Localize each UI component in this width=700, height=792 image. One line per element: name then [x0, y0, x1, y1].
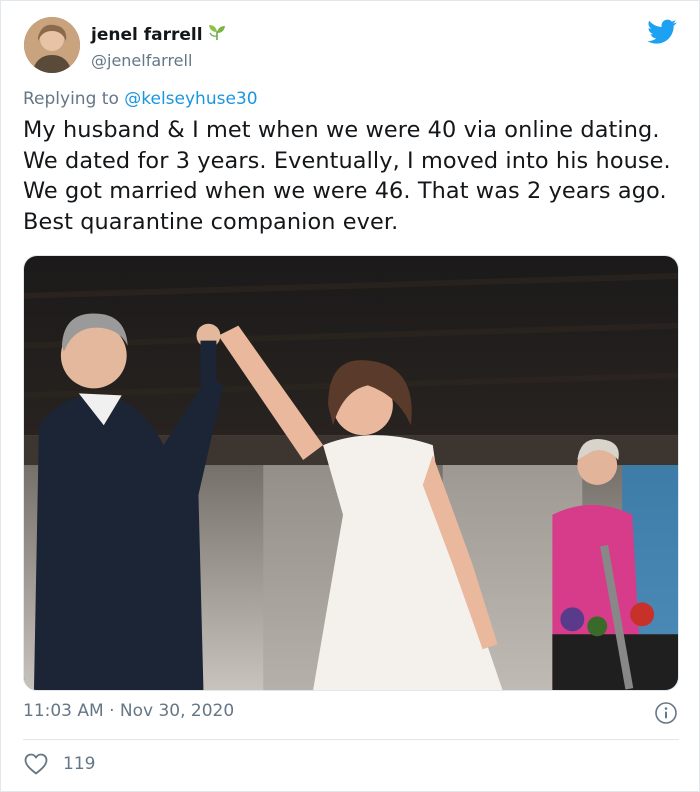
display-name[interactable]: jenel farrell — [91, 25, 203, 45]
twitter-bird-icon[interactable] — [647, 19, 677, 45]
info-icon[interactable] — [654, 701, 678, 725]
tweet-timestamp[interactable]: 11:03 AM · Nov 30, 2020 — [23, 701, 234, 721]
tweet-text: My husband & I met when we were 40 via o… — [23, 117, 671, 235]
divider — [23, 739, 679, 740]
avatar[interactable] — [24, 17, 80, 73]
replying-to: Replying to @kelseyhuse30 — [23, 89, 258, 109]
display-name-row[interactable]: jenel farrell — [91, 23, 227, 46]
reply-to-handle-link[interactable]: @kelseyhuse30 — [124, 89, 257, 109]
replying-to-label: Replying to — [23, 89, 119, 109]
tweet-card: jenel farrell @jenelfarrell Replying to … — [0, 0, 700, 792]
wedding-photo[interactable] — [23, 255, 679, 691]
author-handle[interactable]: @jenelfarrell — [91, 51, 227, 70]
like-button[interactable]: 119 — [23, 752, 95, 776]
seedling-icon — [207, 23, 227, 46]
author-block[interactable]: jenel farrell @jenelfarrell — [91, 23, 227, 70]
like-count: 119 — [63, 754, 96, 774]
heart-icon[interactable] — [23, 752, 49, 776]
